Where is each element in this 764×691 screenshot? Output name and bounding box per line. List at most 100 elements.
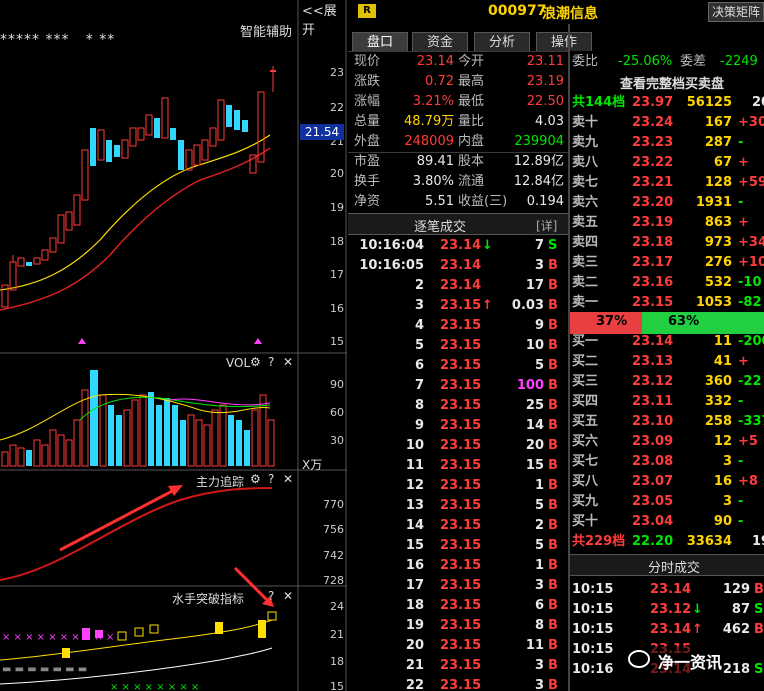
minute-arrow-icon: ↑: [692, 622, 703, 637]
total-buy-row: 共229档 22.20 33634 19: [572, 534, 764, 549]
svg-text:× × × × × × × ×: × × × × × × × ×: [110, 682, 199, 691]
tick-side: S: [548, 238, 558, 253]
tick-row: 18 23.15 6 B: [350, 596, 568, 616]
tick-side: B: [548, 618, 558, 633]
ask-row[interactable]: 卖二 23.16 532 -10: [572, 273, 764, 293]
tick-price: 23.15: [440, 618, 482, 633]
main-help-icon[interactable]: ?: [268, 472, 274, 486]
tick-volume: 7: [534, 238, 544, 253]
tick-time: 4: [414, 318, 424, 333]
ask-change: -: [738, 135, 744, 150]
stock-code: 000977: [488, 3, 547, 19]
minute-time: 10:15: [572, 642, 614, 657]
tick-time: 2: [414, 278, 424, 293]
tab-caozuo[interactable]: 操作: [536, 32, 592, 51]
quote-row: 换手 3.80% 流通 12.84亿: [354, 174, 564, 189]
water-close-icon[interactable]: ✕: [283, 589, 293, 603]
bid-change: -: [738, 454, 744, 469]
tick-price: 23.14: [440, 278, 482, 293]
ask-row[interactable]: 卖九 23.23 287-: [572, 133, 764, 153]
ask-row[interactable]: 卖三 23.17 276 +10: [572, 253, 764, 273]
ask-row[interactable]: 卖六 23.20 1931-: [572, 193, 764, 213]
ma-yellow-line: [0, 134, 271, 291]
tick-price: 23.15: [440, 298, 482, 313]
tick-volume: 5: [534, 498, 544, 513]
tick-row: 21 23.15 3 B: [350, 656, 568, 676]
quote-row: 外盘 248009 内盘 239904: [354, 134, 564, 149]
tab-zijin[interactable]: 资金: [412, 32, 468, 51]
bid-change: +8: [738, 474, 758, 489]
main-close-icon[interactable]: ✕: [283, 472, 293, 486]
bid-row[interactable]: 买一 23.14 11 -200: [572, 332, 764, 352]
tick-side: B: [548, 418, 558, 433]
ask-volume: 167: [704, 115, 732, 130]
bid-row[interactable]: 买三 23.12 360 -22: [572, 372, 764, 392]
minute-volume: 129: [722, 582, 750, 597]
bid-row[interactable]: 买四 23.11 332-: [572, 392, 764, 412]
tick-arrow-icon: ↑: [482, 298, 493, 313]
ask-row[interactable]: 卖一 23.15 1053 -82: [572, 293, 764, 313]
bid-row[interactable]: 买七 23.08 3-: [572, 452, 764, 472]
bid-row[interactable]: 买二 23.13 41 +: [572, 352, 764, 372]
tab-pankou[interactable]: 盘口: [352, 32, 408, 51]
bid-volume: 41: [713, 354, 732, 369]
ask-change: +: [738, 215, 749, 230]
bid-row[interactable]: 买五 23.10 258 -337: [572, 412, 764, 432]
ask-level: 卖九: [572, 135, 599, 150]
ticks-title: 逐笔成交: [414, 220, 467, 235]
ask-row[interactable]: 卖八 23.22 67 +: [572, 153, 764, 173]
tick-side: B: [548, 558, 558, 573]
tab-fenxi[interactable]: 分析: [474, 32, 530, 51]
tick-row: 2 23.14 17 B: [350, 276, 568, 296]
tick-price: 23.15: [440, 658, 482, 673]
tick-time: 5: [414, 338, 424, 353]
ask-row[interactable]: 卖十 23.24 167 +30: [572, 113, 764, 133]
tick-row: 22 23.15 3 B: [350, 676, 568, 691]
stock-terminal: ***** *** * ** <<展开 智能辅助 × × × × × × × ×…: [0, 0, 764, 691]
ask-volume: 532: [704, 275, 732, 290]
tick-side: B: [548, 658, 558, 673]
ticks-detail-link[interactable]: [详]: [536, 217, 557, 234]
price-axis-20: 20: [330, 167, 344, 180]
tick-time: 7: [414, 378, 424, 393]
tick-row: 4 23.15 9 B: [350, 316, 568, 336]
tick-side: B: [548, 298, 558, 313]
main-gear-icon[interactable]: ⚙: [250, 472, 261, 486]
vol-gear-icon[interactable]: ⚙: [250, 355, 261, 369]
ask-change: +10: [738, 255, 764, 270]
bid-row[interactable]: 买八 23.07 16 +8: [572, 472, 764, 492]
bid-level: 买二: [572, 354, 599, 369]
ask-volume: 1053: [695, 295, 732, 310]
ask-volume: 67: [713, 155, 732, 170]
water-help-icon[interactable]: ?: [268, 589, 274, 603]
ask-change: -10: [738, 275, 762, 290]
minute-volume: 87: [731, 602, 750, 617]
ask-row[interactable]: 卖五 23.19 863 +: [572, 213, 764, 233]
vol-close-icon[interactable]: ✕: [283, 355, 293, 369]
bid-row[interactable]: 买六 23.09 12 +5: [572, 432, 764, 452]
tick-time: 10: [405, 438, 424, 453]
vol-label: VOL: [226, 356, 251, 370]
tick-price: 23.15: [440, 578, 482, 593]
ask-price: 23.18: [632, 235, 674, 250]
bid-row[interactable]: 买九 23.05 3-: [572, 492, 764, 512]
ask-level: 卖二: [572, 275, 599, 290]
ask-row[interactable]: 卖七 23.21 128 +59: [572, 173, 764, 193]
ask-row[interactable]: 卖四 23.18 973 +34: [572, 233, 764, 253]
tick-row: 15 23.15 5 B: [350, 536, 568, 556]
ask-volume: 128: [704, 175, 732, 190]
view-full-book-link[interactable]: 查看完整档买卖盘: [620, 73, 724, 92]
decision-matrix-button[interactable]: 决策矩阵: [708, 2, 764, 22]
ask-change: +: [738, 155, 749, 170]
water-axis-18: 18: [330, 655, 344, 668]
tick-price: 23.15: [440, 558, 482, 573]
ask-price: 23.15: [632, 295, 674, 310]
bid-level: 买五: [572, 414, 599, 429]
candles: [1, 66, 276, 308]
price-axis-17: 17: [330, 268, 344, 281]
tick-price: 23.15: [440, 438, 482, 453]
tick-price: 23.15: [440, 398, 482, 413]
tick-price: 23.15: [440, 338, 482, 353]
bid-row[interactable]: 买十 23.04 90-: [572, 512, 764, 532]
vol-help-icon[interactable]: ?: [268, 355, 274, 369]
